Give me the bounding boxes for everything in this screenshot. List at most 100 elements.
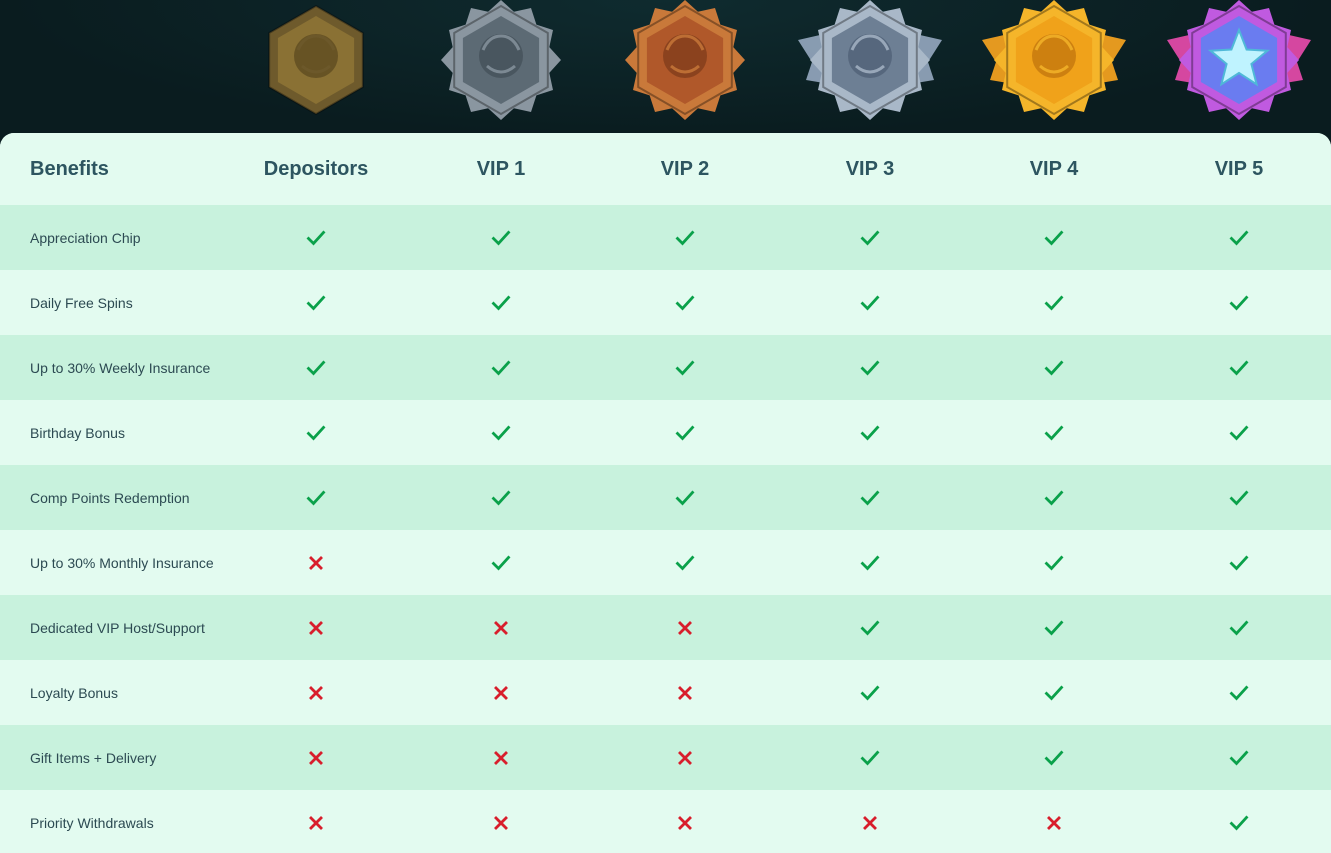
benefit-label-cell: Appreciation Chip [30, 205, 230, 270]
benefit-status-cell [800, 270, 940, 335]
table-row: Appreciation Chip [0, 205, 1331, 270]
check-icon [1044, 360, 1064, 376]
benefit-status-cell [246, 660, 386, 725]
benefit-label: Priority Withdrawals [30, 814, 154, 831]
check-icon [860, 230, 880, 246]
cross-icon [309, 555, 323, 570]
benefit-status-cell [984, 270, 1124, 335]
cross-icon [494, 750, 508, 765]
check-icon [860, 295, 880, 311]
tier-name: VIP 3 [845, 157, 895, 180]
benefit-label: Daily Free Spins [30, 294, 133, 311]
table-header-row: Benefits Depositors VIP 1 VIP 2 VIP 3 VIP 4 V… [0, 133, 1331, 205]
benefit-label: Up to 30% Weekly Insurance [30, 359, 211, 376]
benefit-status-cell [431, 595, 571, 660]
check-icon [1044, 425, 1064, 441]
check-icon [675, 555, 695, 571]
cross-icon [309, 815, 323, 830]
check-icon [860, 425, 880, 441]
benefit-status-cell [246, 725, 386, 790]
benefit-status-cell [800, 530, 940, 595]
benefit-status-cell [984, 790, 1124, 853]
table-row: Up to 30% Weekly Insurance [0, 335, 1331, 400]
benefit-status-cell [615, 790, 755, 853]
benefit-label: Birthday Bonus [30, 424, 125, 441]
check-icon [860, 555, 880, 571]
benefit-status-cell [246, 465, 386, 530]
benefit-status-cell [1169, 790, 1309, 853]
benefit-label: Comp Points Redemption [30, 489, 190, 506]
benefit-status-cell [615, 725, 755, 790]
tier-name: VIP 4 [1029, 157, 1079, 180]
check-icon [491, 230, 511, 246]
benefit-status-cell [431, 335, 571, 400]
check-icon [306, 490, 326, 506]
benefit-label-cell: Dedicated VIP Host/Support [30, 595, 230, 660]
check-icon [675, 230, 695, 246]
benefit-status-cell [246, 270, 386, 335]
benefit-status-cell [984, 660, 1124, 725]
benefit-label-cell: Loyalty Bonus [30, 660, 230, 725]
check-icon [860, 490, 880, 506]
benefit-status-cell [246, 790, 386, 853]
benefit-status-cell [246, 595, 386, 660]
check-icon [675, 295, 695, 311]
cross-icon [1047, 815, 1061, 830]
benefit-status-cell [1169, 530, 1309, 595]
badge-row [0, 0, 1331, 130]
table-row: Gift Items + Delivery [0, 725, 1331, 790]
benefit-label-cell: Birthday Bonus [30, 400, 230, 465]
check-icon [675, 425, 695, 441]
tier-header-cell: Depositors [246, 133, 386, 205]
tier-header-cell: VIP 2 [615, 133, 755, 205]
benefit-label-cell: Up to 30% Monthly Insurance [30, 530, 230, 595]
check-icon [1044, 490, 1064, 506]
benefit-status-cell [1169, 465, 1309, 530]
benefit-status-cell [800, 725, 940, 790]
cross-icon [309, 750, 323, 765]
benefit-status-cell [800, 335, 940, 400]
benefit-status-cell [1169, 205, 1309, 270]
cross-icon [309, 620, 323, 635]
benefit-status-cell [431, 465, 571, 530]
cross-icon [494, 685, 508, 700]
benefits-header-cell: Benefits [30, 133, 230, 205]
tier-name: VIP 1 [476, 157, 526, 180]
check-icon [1229, 620, 1249, 636]
check-icon [491, 295, 511, 311]
check-icon [1229, 360, 1249, 376]
benefit-status-cell [615, 335, 755, 400]
benefit-status-cell [1169, 595, 1309, 660]
benefit-status-cell [984, 205, 1124, 270]
benefit-status-cell [800, 790, 940, 853]
steel-winged-medusa-badge-icon [790, 0, 950, 125]
tier-name: VIP 5 [1214, 157, 1264, 180]
benefit-label: Dedicated VIP Host/Support [30, 619, 205, 636]
check-icon [1229, 425, 1249, 441]
benefit-status-cell [984, 335, 1124, 400]
cross-icon [494, 815, 508, 830]
benefit-status-cell [1169, 660, 1309, 725]
check-icon [1229, 555, 1249, 571]
benefit-status-cell [800, 205, 940, 270]
benefit-label-cell: Priority Withdrawals [30, 790, 230, 853]
benefit-status-cell [431, 725, 571, 790]
table-row: Daily Free Spins [0, 270, 1331, 335]
benefit-status-cell [431, 530, 571, 595]
rainbow-winged-star-badge-icon [1159, 0, 1319, 125]
cross-icon [678, 815, 692, 830]
check-icon [675, 490, 695, 506]
benefits-table: Benefits Depositors VIP 1 VIP 2 VIP 3 VIP 4 V… [0, 133, 1331, 853]
check-icon [1229, 685, 1249, 701]
benefit-status-cell [246, 335, 386, 400]
check-icon [675, 360, 695, 376]
benefit-status-cell [431, 790, 571, 853]
cross-icon [309, 685, 323, 700]
benefit-status-cell [615, 595, 755, 660]
check-icon [1044, 295, 1064, 311]
cross-icon [863, 815, 877, 830]
benefit-status-cell [984, 725, 1124, 790]
check-icon [306, 360, 326, 376]
cross-icon [678, 685, 692, 700]
check-icon [491, 425, 511, 441]
